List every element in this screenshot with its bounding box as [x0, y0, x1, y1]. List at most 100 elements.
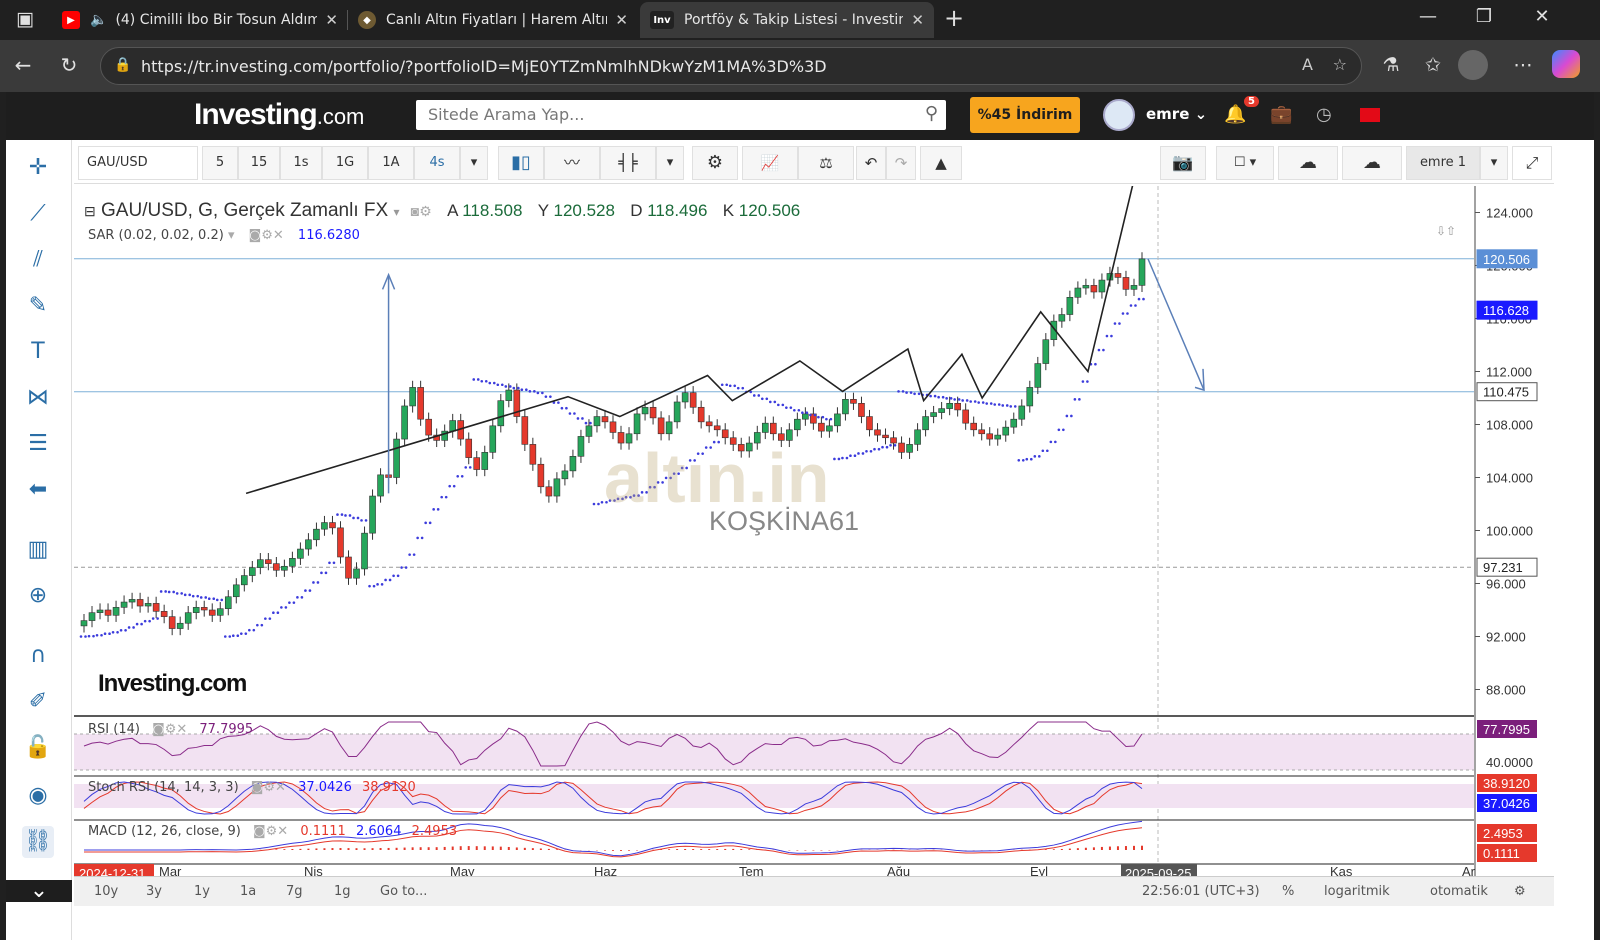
alert-add-icon[interactable]: ▲ [920, 146, 962, 180]
color-picker[interactable]: ☐ ▾ [1216, 146, 1274, 180]
minimize-icon[interactable]: — [1408, 6, 1448, 27]
new-tab-icon[interactable]: + [934, 4, 974, 32]
investing-logo[interactable]: Investing.com [194, 98, 364, 132]
range-1y[interactable]: 1y [194, 884, 210, 899]
legend-settings-icon[interactable]: ◙⚙ [411, 203, 432, 219]
logo-text: Investing [194, 98, 318, 131]
cloud-upload-icon[interactable]: ☁ [1342, 146, 1402, 180]
clock-icon[interactable]: ◷ [1316, 104, 1332, 125]
candle-body [409, 387, 416, 407]
extensions-icon[interactable]: ⚗ [1376, 54, 1406, 76]
close-tab-icon[interactable]: ✕ [911, 11, 924, 29]
rsi-settings-icon[interactable]: ◙⚙✕ [152, 722, 187, 737]
cloud-download-icon[interactable]: ☁ [1278, 146, 1338, 180]
symbol-input[interactable]: GAU/USD [78, 146, 198, 180]
chart-type-dropdown-icon[interactable]: ▾ [656, 146, 684, 180]
interval-1a[interactable]: 1A [368, 146, 414, 180]
percent-toggle[interactable]: % [1282, 884, 1294, 899]
bars-icon[interactable]: ╡╞ [600, 146, 656, 180]
unlock-icon[interactable]: 🔓 [22, 732, 54, 764]
browser-tab-bar: ▣ ▶ 🔈 (4) Cimilli İbo Bir Tosun Aldım ✕ … [0, 0, 1600, 40]
fib-tool-icon[interactable]: ☰ [22, 428, 54, 460]
text-tool-icon[interactable]: T [22, 336, 54, 368]
collapse-chevron-icon[interactable]: ⌄ [6, 880, 72, 902]
pane-controls-icon[interactable]: ⇩⇧ [1436, 224, 1456, 238]
profile-avatar[interactable] [1458, 50, 1488, 80]
more-menu-icon[interactable]: ⋯ [1508, 54, 1538, 76]
favorites-icon[interactable]: ✩ [1418, 54, 1448, 76]
user-menu[interactable]: emre ⌄ [1146, 105, 1207, 123]
browser-tab-2[interactable]: ◆ Canlı Altın Fiyatları | Harem Altın ✕ [348, 2, 638, 38]
pattern-icon[interactable]: ⋈ [22, 382, 54, 414]
goto-button[interactable]: Go to... [380, 884, 427, 899]
chart-area[interactable]: 124.000120.000116.000112.000108.000104.0… [74, 186, 1574, 940]
copilot-icon[interactable] [1552, 50, 1580, 78]
candles-icon[interactable]: ▮▯ [498, 146, 544, 180]
fullscreen-icon[interactable]: ⤢ [1512, 146, 1552, 180]
pitchfork-icon[interactable]: ⫽ [22, 244, 54, 276]
eye-icon[interactable]: ◉ [22, 780, 54, 812]
favorite-star-icon[interactable]: ☆ [1333, 55, 1347, 74]
search-icon[interactable]: ⚲ [925, 103, 938, 124]
close-window-icon[interactable]: ✕ [1522, 6, 1562, 27]
sar-dot [207, 597, 211, 601]
range-1a[interactable]: 1a [240, 884, 256, 899]
interval-1g[interactable]: 1G [322, 146, 368, 180]
settings-gear-icon[interactable]: ⚙ [692, 146, 738, 180]
crosshair-icon[interactable]: ✛ [22, 152, 54, 184]
interval-dropdown-icon[interactable]: ▾ [460, 146, 488, 180]
range-10y[interactable]: 10y [94, 884, 118, 899]
layout-dropdown-icon[interactable]: ▾ [1480, 146, 1508, 180]
portfolio-briefcase-icon[interactable]: 💼 [1270, 104, 1292, 125]
candle-body [192, 607, 200, 613]
interval-4s[interactable]: 4s [414, 146, 460, 180]
indicators-icon[interactable]: 📈 [742, 146, 798, 180]
sar-dropdown-icon[interactable]: ▾ [228, 228, 235, 243]
restore-icon[interactable]: ❐ [1464, 6, 1504, 27]
tab-actions-icon[interactable]: ▣ [10, 8, 40, 30]
range-7g[interactable]: 7g [286, 884, 303, 899]
undo-icon[interactable]: ↶ [856, 146, 886, 180]
user-avatar[interactable] [1103, 99, 1135, 131]
brush-icon[interactable]: ✎ [22, 290, 54, 322]
camera-icon[interactable]: 📷 [1160, 146, 1206, 180]
url-field[interactable]: 🔒 https://tr.investing.com/portfolio/?po… [100, 47, 1362, 85]
interval-1s[interactable]: 1s [280, 146, 322, 180]
compare-scale-icon[interactable]: ⚖ [798, 146, 854, 180]
legend-toggle-icon[interactable]: ⊟ [84, 203, 96, 219]
sar-dot [140, 622, 143, 626]
redo-icon[interactable]: ↷ [886, 146, 916, 180]
browser-tab-1[interactable]: ▶ 🔈 (4) Cimilli İbo Bir Tosun Aldım ✕ [52, 2, 348, 38]
interval-5[interactable]: 5 [202, 146, 238, 180]
log-toggle[interactable]: logaritmik [1324, 884, 1390, 899]
interval-15[interactable]: 15 [238, 146, 280, 180]
lock-drawing-icon[interactable]: ✐ [22, 686, 54, 718]
trendline-icon[interactable]: ⟋ [22, 198, 54, 230]
close-tab-icon[interactable]: ✕ [325, 11, 338, 29]
stoch-settings-icon[interactable]: ◙⚙✕ [251, 780, 286, 795]
settings-icon[interactable]: ⚙ [1514, 884, 1526, 899]
layout-name[interactable]: emre 1 [1406, 146, 1480, 180]
legend-dropdown-icon[interactable]: ▾ [393, 205, 399, 219]
link-icon[interactable]: ⛓ [22, 826, 54, 858]
browser-tab-3-active[interactable]: Inv Portföy & Takip Listesi - Investing … [640, 2, 934, 38]
range-3y[interactable]: 3y [146, 884, 162, 899]
sar-settings-icon[interactable]: ◙⚙✕ [249, 228, 284, 243]
range-1g[interactable]: 1g [334, 884, 351, 899]
magnet-icon[interactable]: ∩ [22, 640, 54, 672]
refresh-icon[interactable]: ↻ [54, 53, 84, 77]
bell-icon[interactable]: 🔔 [1224, 104, 1246, 125]
site-search-input[interactable]: Sitede Arama Yap... ⚲ [416, 100, 946, 130]
back-icon[interactable]: ← [8, 53, 38, 77]
turkey-flag-icon[interactable] [1360, 108, 1380, 122]
line-chart-icon[interactable]: 〰 [544, 146, 600, 180]
promo-button[interactable]: %45 İndirim [970, 97, 1080, 133]
close-tab-icon[interactable]: ✕ [615, 11, 628, 29]
arrow-left-icon[interactable]: ⬅ [22, 474, 54, 506]
auto-toggle[interactable]: otomatik [1430, 884, 1488, 899]
speaker-icon[interactable]: 🔈 [90, 12, 107, 28]
zoom-in-icon[interactable]: ⊕ [22, 580, 54, 612]
long-position-icon[interactable]: ▥ [22, 534, 54, 566]
read-aloud-icon[interactable]: A [1302, 55, 1313, 74]
macd-settings-icon[interactable]: ◙⚙✕ [253, 824, 288, 839]
